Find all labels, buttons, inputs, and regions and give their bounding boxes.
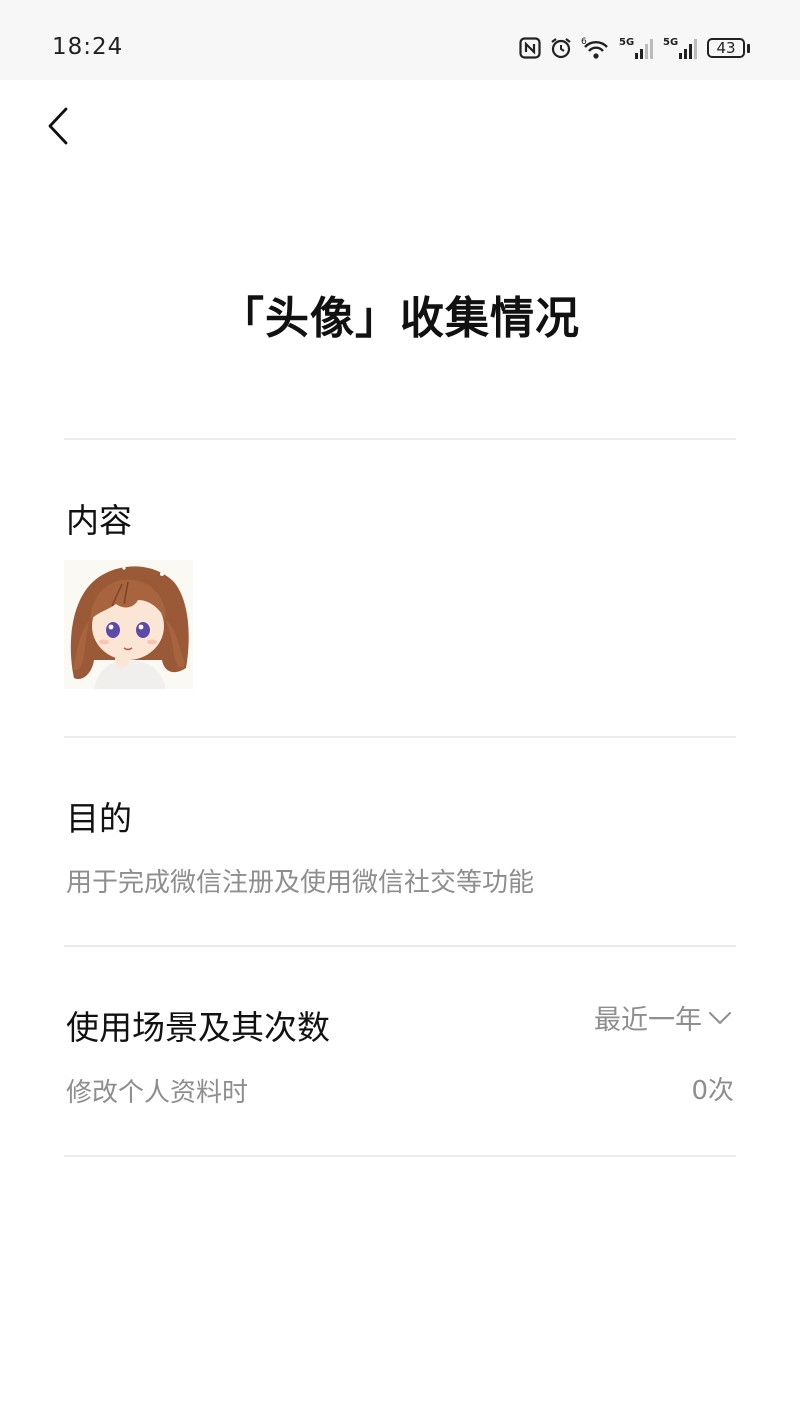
divider xyxy=(64,1155,736,1157)
signal-5g-icon: 5G xyxy=(619,36,655,60)
purpose-heading: 目的 xyxy=(66,799,132,838)
avatar[interactable] xyxy=(64,560,193,689)
period-label: 最近一年 xyxy=(594,1005,702,1036)
battery-icon: 43 xyxy=(707,38,750,58)
svg-text:5G: 5G xyxy=(663,37,678,48)
content-heading: 内容 xyxy=(66,501,132,540)
page-title: 「头像」收集情况 xyxy=(220,293,580,344)
battery-level: 43 xyxy=(707,38,745,58)
purpose-text: 用于完成微信注册及使用微信社交等功能 xyxy=(66,868,535,898)
wifi-icon: 6 xyxy=(581,36,611,60)
back-button[interactable] xyxy=(36,102,80,150)
status-time: 18:24 xyxy=(52,34,124,60)
divider xyxy=(64,438,736,440)
divider xyxy=(64,945,736,947)
status-icons: 6 5G 5G 43 xyxy=(519,34,750,62)
divider xyxy=(64,736,736,738)
period-select[interactable]: 最近一年 xyxy=(594,998,732,1037)
nfc-icon xyxy=(519,37,541,59)
chevron-left-icon xyxy=(48,107,68,145)
usage-heading: 使用场景及其次数 xyxy=(66,1008,330,1047)
chevron-down-icon xyxy=(709,1011,731,1024)
status-bar: 18:24 6 5G 5G 43 xyxy=(0,0,800,80)
alarm-icon xyxy=(549,37,573,59)
scene-label: 修改个人资料时 xyxy=(66,1078,249,1108)
svg-text:5G: 5G xyxy=(619,37,634,48)
avatar-image xyxy=(64,560,193,689)
signal-5g-icon: 5G xyxy=(663,36,699,60)
usage-count: 0次 xyxy=(691,1076,734,1106)
